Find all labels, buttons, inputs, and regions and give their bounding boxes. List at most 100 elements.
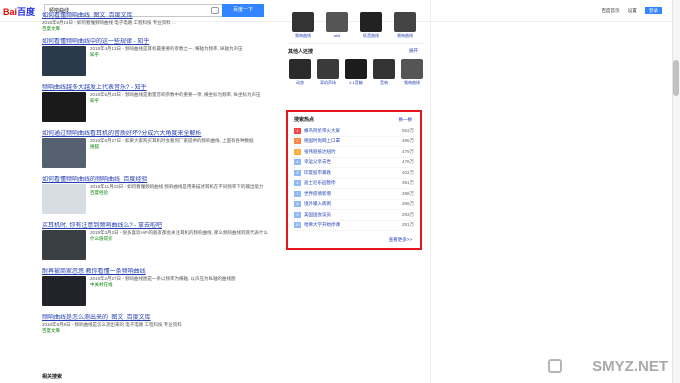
result-thumbnail[interactable] — [42, 92, 86, 122]
result-source[interactable]: 百度经验 — [90, 190, 278, 196]
image-thumbnail[interactable] — [373, 59, 395, 79]
scrollbar[interactable] — [672, 0, 680, 383]
image-thumbnail[interactable] — [317, 59, 339, 79]
hot-keyword[interactable]: 世界疫情新增 — [304, 191, 392, 197]
more-link[interactable]: 查看更多>> — [389, 237, 412, 243]
result-title[interactable]: 耐再被商家忽悠 教你看懂一条频响曲线 — [42, 268, 278, 276]
hot-keyword[interactable]: 德国时尚网上口罩 — [304, 138, 392, 144]
image-label[interactable]: 频响曲线 — [400, 80, 424, 86]
hot-search-panel: 搜索热点 换一换 1 蜂鸟阿伦带火大屏 553万 2 德国时尚网上口罩 496万 3 张伟丽抵… — [286, 110, 422, 250]
hot-keyword[interactable]: 印度股市暴跌 — [304, 170, 392, 176]
refresh-link[interactable]: 换一换 — [399, 117, 413, 123]
hot-keyword[interactable]: 境外输入病例 — [304, 201, 392, 207]
result-source[interactable]: 中关村在线 — [90, 282, 278, 288]
image-thumbnail[interactable] — [326, 12, 348, 32]
result-thumbnail[interactable] — [42, 138, 86, 168]
result-body: 2019年5月23日 - 频响曲线是衡量音响参数中的重要一项, 横坐标为频率, … — [42, 92, 278, 124]
result-item: 频响曲线越多大越发上代表音乐? - 知乎 2019年5月23日 - 频响曲线是衡量… — [42, 84, 278, 124]
result-title[interactable]: 买耳机时, 你有注意到频响曲线么? - 拿去啦吧 — [42, 222, 278, 230]
hot-count: 496万 — [401, 138, 414, 144]
image-thumbnail[interactable] — [394, 12, 416, 32]
result-source[interactable]: 知乎 — [90, 52, 278, 58]
settings-link[interactable]: 设置 — [628, 8, 637, 13]
result-thumbnail[interactable] — [42, 46, 86, 76]
result-source[interactable]: 知乎 — [90, 98, 278, 104]
hot-item[interactable]: 1 蜂鸟阿伦带火大屏 553万 — [294, 126, 414, 137]
hot-keyword[interactable]: 张伟丽抵达纽约 — [304, 149, 392, 155]
image-card[interactable]: 低音曲线 — [356, 12, 386, 39]
hot-item[interactable]: 3 张伟丽抵达纽约 479万 — [294, 147, 414, 158]
home-link[interactable]: 百度首页 — [601, 8, 619, 13]
result-source[interactable]: 百度文库 — [42, 328, 278, 334]
image-card[interactable]: 音响 — [372, 59, 396, 86]
hot-item[interactable]: 7 世界疫情新增 388万 — [294, 189, 414, 200]
image-thumbnail[interactable] — [289, 59, 311, 79]
hot-rank-badge: 6 — [294, 180, 301, 187]
image-label[interactable]: 低音曲线 — [356, 33, 386, 39]
result-body: 2019年4月13日 - 频响曲线是耳机最重要的参数之一, 横轴为频率, 纵轴为… — [42, 46, 278, 78]
login-button[interactable]: 登录 — [645, 7, 662, 14]
result-snippet: 2019年3月2日 - 很多喜欢HiFi的朋友都会关注耳机的频响曲线, 那么频响… — [90, 230, 269, 235]
baidu-logo[interactable]: Bai百度 — [3, 5, 35, 18]
image-label[interactable]: 频响曲线 — [288, 33, 318, 39]
image-card[interactable]: 频响曲线 — [390, 12, 420, 39]
image-card[interactable]: 耳机声场 — [316, 59, 340, 86]
hot-count: 388万 — [401, 190, 414, 196]
image-label[interactable]: ak5 — [322, 33, 352, 38]
result-thumbnail[interactable] — [42, 276, 86, 306]
result-thumbnail[interactable] — [42, 184, 86, 214]
related-searches-heading: 相关搜索 — [42, 374, 63, 380]
hot-keyword[interactable]: 美国国会议员 — [304, 212, 392, 218]
image-label[interactable]: 2.1音箱 — [344, 80, 368, 86]
result-title[interactable]: 如何看懂频响曲线_图文_百度文库 — [42, 12, 278, 20]
hot-item[interactable]: 5 印度股市暴跌 402万 — [294, 168, 414, 179]
hot-item[interactable]: 8 境外输入病例 285万 — [294, 200, 414, 210]
result-snippet: 2019年11月23日 - 如何看懂频响曲线 频响曲线是用来描述耳机在不同频率下… — [90, 184, 264, 189]
hot-item[interactable]: 10 哈佛大学开始停课 281万 — [294, 221, 414, 231]
image-label[interactable]: 耳机声场 — [316, 80, 340, 86]
image-thumbnail[interactable] — [401, 59, 423, 79]
result-title[interactable]: 频响曲线越多大越发上代表音乐? - 知乎 — [42, 84, 278, 92]
hot-rank-badge: 7 — [294, 190, 301, 197]
result-title[interactable]: 如何通过频响曲线看耳机的音质好坏?分成六大角度来全解析 — [42, 130, 278, 138]
hot-item[interactable]: 6 迪士尼乐园暂停 391万 — [294, 179, 414, 189]
hot-keyword[interactable]: 蜂鸟阿伦带火大屏 — [304, 128, 392, 134]
image-card[interactable]: 频响曲线 — [288, 12, 318, 39]
hot-keyword[interactable]: 哈佛大学开始停课 — [304, 222, 392, 228]
others-expand-link[interactable]: 展开 — [409, 48, 418, 54]
result-title[interactable]: 如何看懂频响曲线的频响曲线_百度经验 — [42, 176, 278, 184]
image-card[interactable]: 2.1音箱 — [344, 59, 368, 86]
result-source[interactable]: 什么值得买 — [90, 236, 278, 242]
logo-text: Bai — [3, 7, 18, 17]
result-item: 如何通过频响曲线看耳机的音质好坏?分成六大角度来全解析 2019年6月27日 - … — [42, 130, 278, 170]
result-source[interactable]: 百度文库 — [42, 26, 278, 32]
hot-keyword[interactable]: 幸运父亲去世 — [304, 159, 392, 165]
others-header: 其他人还搜 展开 — [288, 48, 424, 55]
hot-list: 1 蜂鸟阿伦带火大屏 553万 2 德国时尚网上口罩 496万 3 张伟丽抵达纽约 479万 4 幸… — [294, 126, 414, 231]
result-body: 2019年2月27日 - 频响曲线图是一条以频率为横轴, 以声压为纵轴的曲线图中… — [42, 276, 278, 308]
hot-rank-badge: 4 — [294, 159, 301, 166]
hot-count: 553万 — [401, 127, 414, 133]
result-source[interactable]: 搜狐 — [90, 144, 278, 150]
watermark: SMYZ.NET — [592, 358, 668, 375]
hot-count: 479万 — [401, 148, 414, 154]
image-thumbnail[interactable] — [360, 12, 382, 32]
image-thumbnail[interactable] — [345, 59, 367, 79]
image-card[interactable]: 动态 — [288, 59, 312, 86]
result-thumbnail[interactable] — [42, 230, 86, 260]
hot-keyword[interactable]: 迪士尼乐园暂停 — [304, 180, 392, 186]
image-card[interactable]: ak5 — [322, 12, 352, 39]
result-title[interactable]: 频响曲线是怎么测出来的_图文_百度文库 — [42, 314, 278, 322]
image-card[interactable]: 频响曲线 — [400, 59, 424, 86]
image-label[interactable]: 音响 — [372, 80, 396, 86]
hot-item[interactable]: 2 德国时尚网上口罩 496万 — [294, 137, 414, 147]
image-row: 频响曲线 ak5 低音曲线 频响曲线 — [288, 12, 424, 39]
hot-item[interactable]: 9 美国国会议员 283万 — [294, 210, 414, 221]
hot-item[interactable]: 4 幸运父亲去世 476万 — [294, 158, 414, 168]
image-thumbnail[interactable] — [292, 12, 314, 32]
image-label[interactable]: 动态 — [288, 80, 312, 86]
result-title[interactable]: 如何看懂频响曲线中的这一些规律 - 知乎 — [42, 38, 278, 46]
watermark-icon — [548, 359, 562, 373]
scrollbar-thumb[interactable] — [673, 60, 679, 96]
image-label[interactable]: 频响曲线 — [390, 33, 420, 39]
